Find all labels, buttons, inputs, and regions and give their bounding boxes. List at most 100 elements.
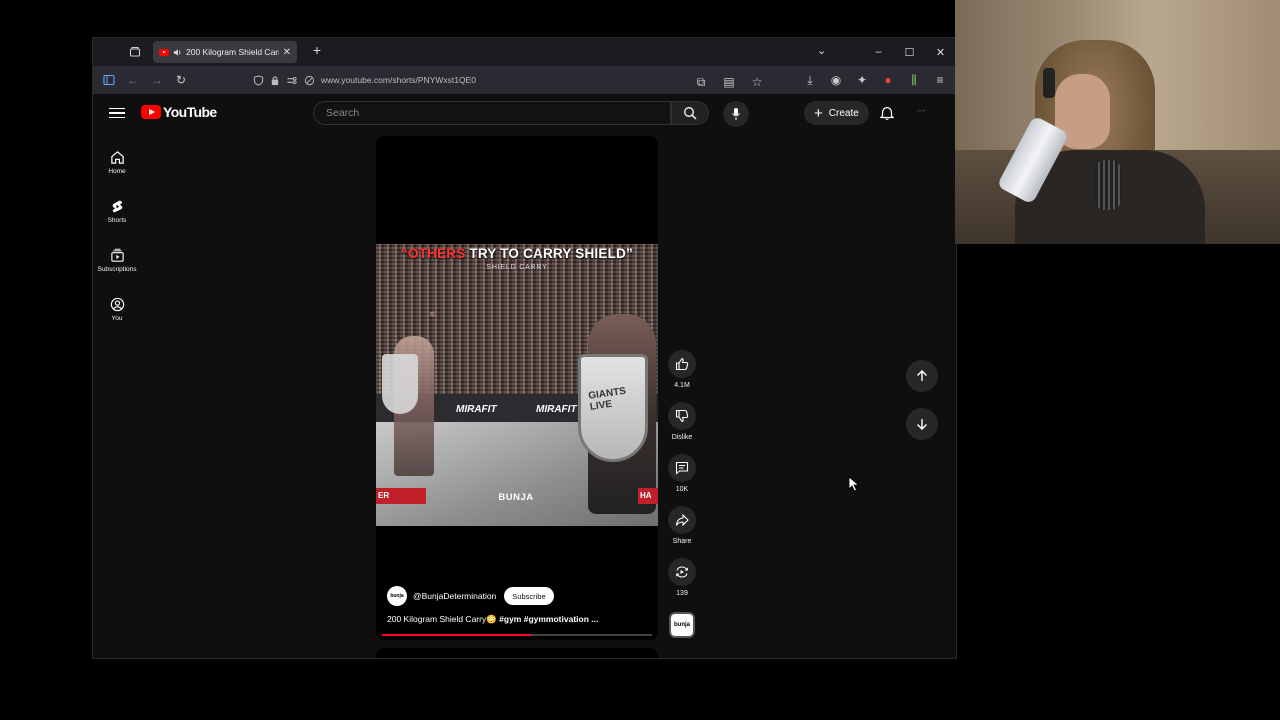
remix-action[interactable]: 139 [665, 558, 699, 610]
window-controls: – ☐ ✕ [863, 38, 956, 66]
reader-view-icon[interactable]: ▤ [717, 70, 741, 94]
channel-avatar[interactable]: bunja [387, 586, 407, 606]
picture-in-picture-icon[interactable]: ⧉ [689, 70, 713, 94]
account-circle-icon[interactable]: ◉ [824, 68, 848, 92]
microphone-icon [732, 108, 740, 120]
comments-action[interactable]: 10K [665, 454, 699, 506]
action-column: 4.1M Dislike 10K Share 139 bunja [665, 350, 699, 638]
navigation-bar: ← → ↻ www.youtube.com/shorts/PNYWxst1QE0… [93, 66, 956, 94]
tab-manager-icon[interactable] [123, 40, 147, 64]
remix-icon [676, 566, 688, 578]
subscribe-button[interactable]: Subscribe [504, 587, 554, 605]
sidebar-item-label: You [111, 315, 123, 322]
share-action[interactable]: Share [665, 506, 699, 558]
video-overlay-subtitle: SHIELD CARRY [486, 264, 548, 271]
maximize-icon[interactable]: ☐ [894, 46, 925, 59]
sidebar-item-you[interactable]: You [93, 285, 141, 334]
share-button[interactable] [668, 506, 696, 534]
lock-icon[interactable] [270, 75, 280, 86]
tab-list-chevron-icon[interactable]: ⌄ [817, 44, 826, 57]
dislike-label: Dislike [671, 434, 693, 441]
speaker-icon[interactable] [173, 48, 182, 57]
next-short-preview[interactable] [376, 648, 658, 658]
sidebar-item-label: Subscriptions [97, 266, 137, 273]
shorts-video-frame[interactable]: MIRAFIT MIRAFIT GIANTS LIVE “OTHERS TRY … [376, 244, 658, 526]
sidebar-item-shorts[interactable]: Shorts [93, 187, 141, 236]
tab-bar: 200 Kilogram Shield Carry ✕ + ⌄ – ☐ ✕ [93, 38, 956, 66]
extensions-icon[interactable]: ✦ [850, 68, 874, 92]
video-progress-bar[interactable] [382, 634, 652, 636]
arrow-down-icon [917, 419, 927, 430]
caption-rest: TRY TO CARRY SHIELD” [465, 246, 633, 261]
shield-privacy-icon[interactable] [253, 74, 264, 86]
caption-highlight: “OTHERS [401, 246, 466, 261]
tab-close-icon[interactable]: ✕ [283, 47, 291, 58]
channel-name[interactable]: @BunjaDetermination [413, 591, 496, 601]
reload-icon[interactable]: ↻ [169, 68, 193, 92]
browser-tab[interactable]: 200 Kilogram Shield Carry ✕ [153, 41, 297, 63]
guide-menu-icon[interactable] [109, 103, 125, 123]
screen: 200 Kilogram Shield Carry ✕ + ⌄ – ☐ ✕ ← … [0, 0, 1280, 720]
account-loading-icon[interactable]: ◦-◦ [917, 106, 935, 120]
minimize-icon[interactable]: – [863, 46, 894, 58]
bookmark-star-icon[interactable]: ☆ [745, 70, 769, 94]
create-button[interactable]: + Create [804, 101, 869, 125]
url-bar[interactable]: www.youtube.com/shorts/PNYWxst1QE0 [253, 70, 743, 90]
like-action[interactable]: 4.1M [665, 350, 699, 402]
title-text: 200 Kilogram Shield Carry😳 [387, 614, 500, 624]
back-arrow-icon[interactable]: ← [121, 68, 145, 92]
youtube-favicon-icon [159, 48, 169, 56]
account-icon [110, 297, 124, 312]
video-letterbox-top[interactable] [376, 136, 658, 244]
dislike-button[interactable] [668, 402, 696, 430]
masthead: YouTube + Create ◦-◦ [93, 94, 956, 132]
forward-arrow-icon[interactable]: → [145, 68, 169, 92]
mouse-cursor-icon [848, 476, 860, 492]
youtube-wordmark: YouTube [163, 104, 217, 120]
dislike-action[interactable]: Dislike [665, 402, 699, 454]
youtube-logo[interactable]: YouTube [141, 104, 217, 120]
shorts-icon [112, 200, 122, 213]
extension-badge-icon[interactable]: ● [876, 68, 900, 92]
comments-button[interactable] [668, 454, 696, 482]
new-tab-button[interactable]: + [307, 42, 327, 58]
permissions-icon[interactable] [286, 75, 298, 86]
channel-row: bunja @BunjaDetermination Subscribe [387, 586, 554, 606]
plus-icon: + [814, 104, 823, 122]
equalizer-extension-icon[interactable]: ⫼ [902, 68, 926, 92]
search-box[interactable] [313, 101, 671, 125]
url-text[interactable]: www.youtube.com/shorts/PNYWxst1QE0 [321, 75, 476, 85]
youtube-page: YouTube + Create ◦-◦ [93, 94, 956, 658]
sidebar-item-subscriptions[interactable]: Subscriptions [93, 236, 141, 285]
notifications-bell-icon[interactable] [877, 103, 897, 123]
voice-search-button[interactable] [723, 101, 749, 127]
share-label: Share [672, 538, 692, 545]
shield-text: GIANTS LIVE [587, 385, 627, 413]
shield-right: GIANTS LIVE [578, 354, 648, 462]
sidebar-toggle-icon[interactable] [97, 68, 121, 92]
video-title[interactable]: 200 Kilogram Shield Carry😳 #gym #gymmoti… [387, 614, 627, 625]
remix-button[interactable] [668, 558, 696, 586]
banner-text-left: MIRAFIT [456, 404, 497, 415]
downloads-icon[interactable]: ⤓ [798, 68, 822, 92]
athlete-label-center: BUNJA [498, 492, 534, 503]
autoplay-blocked-icon[interactable] [304, 75, 315, 86]
shield-left [382, 354, 418, 414]
search-input[interactable] [314, 102, 670, 124]
tab-title: 200 Kilogram Shield Carry [186, 47, 279, 57]
sound-avatar[interactable]: bunja [669, 612, 695, 638]
close-window-icon[interactable]: ✕ [925, 46, 956, 59]
sidebar-item-label: Home [108, 168, 126, 175]
next-short-button[interactable] [906, 408, 938, 440]
sidebar-item-home[interactable]: Home [93, 138, 141, 187]
thumbs-down-icon [675, 409, 689, 423]
comment-icon [675, 461, 689, 475]
webcam-microphone [1095, 160, 1121, 210]
like-count: 4.1M [674, 382, 690, 389]
like-button[interactable] [668, 350, 696, 378]
title-hashtags[interactable]: #gym #gymmotivation ... [499, 614, 598, 624]
previous-short-button[interactable] [906, 360, 938, 392]
search-button[interactable] [671, 101, 709, 125]
menu-icon[interactable]: ≡ [928, 68, 952, 92]
sidebar: Home Shorts Subscriptions You [93, 138, 141, 334]
